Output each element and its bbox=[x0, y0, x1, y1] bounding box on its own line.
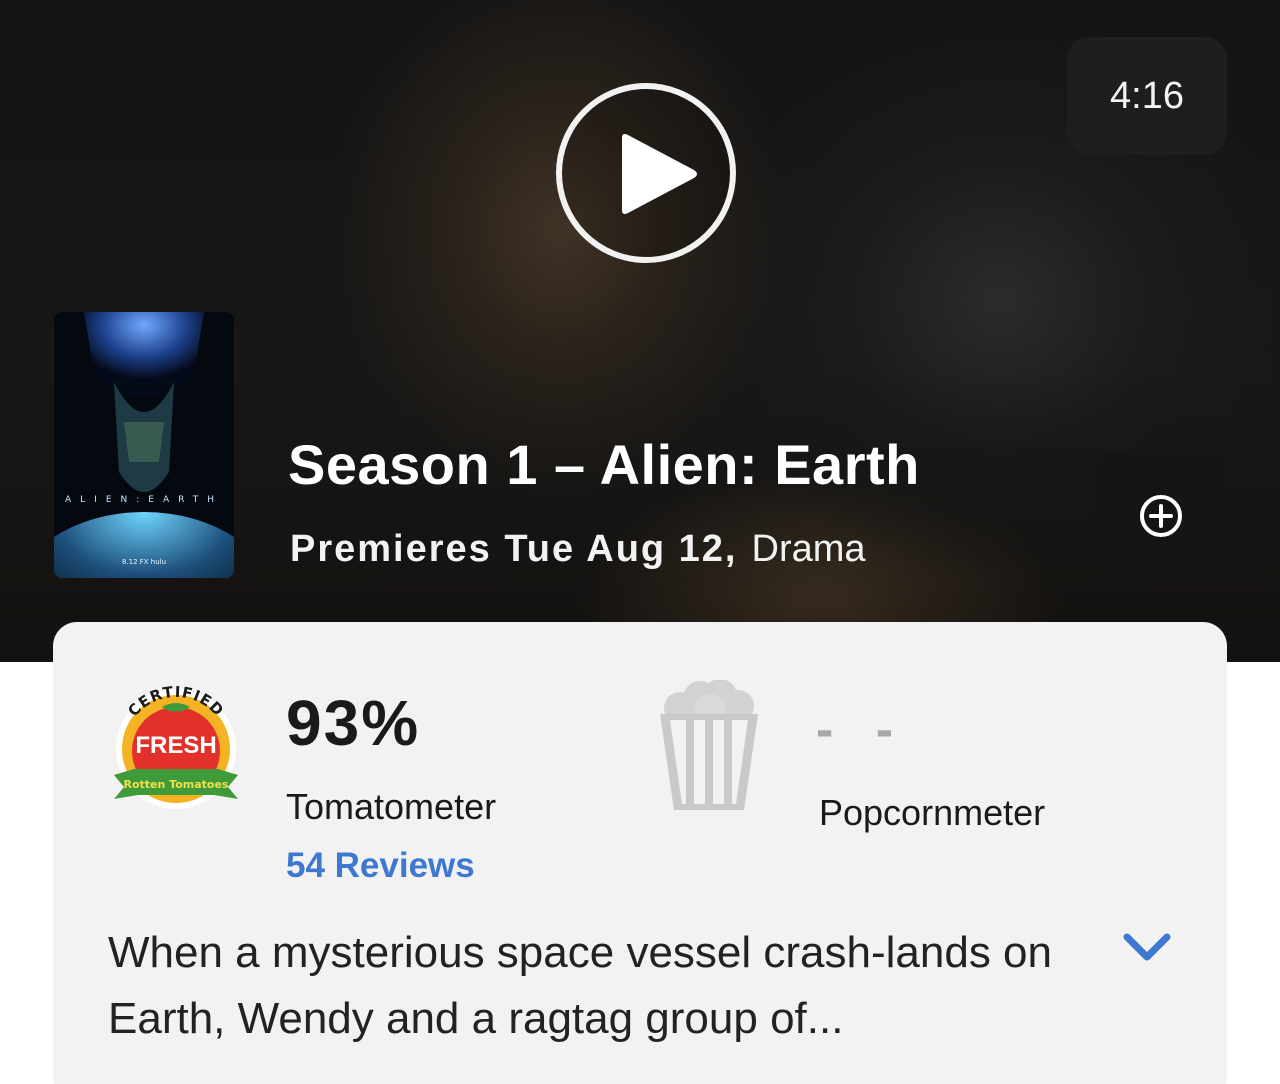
video-duration-badge: 4:16 bbox=[1067, 37, 1227, 155]
premiere-date: Premieres Tue Aug 12, bbox=[290, 528, 738, 570]
chevron-down-icon[interactable] bbox=[1122, 930, 1172, 966]
certified-fresh-icon: CERTIFIED FRESH Rotten Tomatoes bbox=[114, 683, 238, 809]
tomatometer-score: 93% bbox=[286, 687, 421, 759]
play-icon bbox=[622, 134, 697, 214]
tomatometer-label: Tomatometer bbox=[286, 786, 497, 827]
rotten-tomatoes-label: Rotten Tomatoes bbox=[124, 778, 229, 791]
popcornmeter-score: - - bbox=[816, 701, 908, 759]
add-to-watchlist-button[interactable] bbox=[1095, 450, 1227, 582]
popcorn-bucket-icon bbox=[660, 680, 758, 810]
fresh-label: FRESH bbox=[135, 732, 216, 759]
synopsis-text: When a mysterious space vessel crash-lan… bbox=[108, 928, 1052, 1043]
show-title: Season 1 – Alien: Earth bbox=[288, 433, 920, 496]
hero-video[interactable]: 4:16 ALIEN:EARTH 8.12 FX hulu Season 1 –… bbox=[0, 0, 1280, 662]
play-button[interactable] bbox=[556, 83, 736, 263]
poster-title-art: ALIEN:EARTH bbox=[65, 495, 223, 505]
show-meta: Premieres Tue Aug 12, Drama bbox=[290, 528, 866, 571]
popcornmeter-label: Popcornmeter bbox=[819, 792, 1046, 833]
reviews-link[interactable]: 54 Reviews bbox=[286, 846, 475, 886]
poster-date-mark: 8.12 FX hulu bbox=[122, 558, 166, 566]
plus-circle-icon bbox=[1140, 495, 1182, 537]
poster-art: ALIEN:EARTH 8.12 FX hulu bbox=[54, 312, 234, 578]
show-poster[interactable]: ALIEN:EARTH 8.12 FX hulu bbox=[54, 312, 234, 578]
genre-label: Drama bbox=[751, 528, 866, 570]
